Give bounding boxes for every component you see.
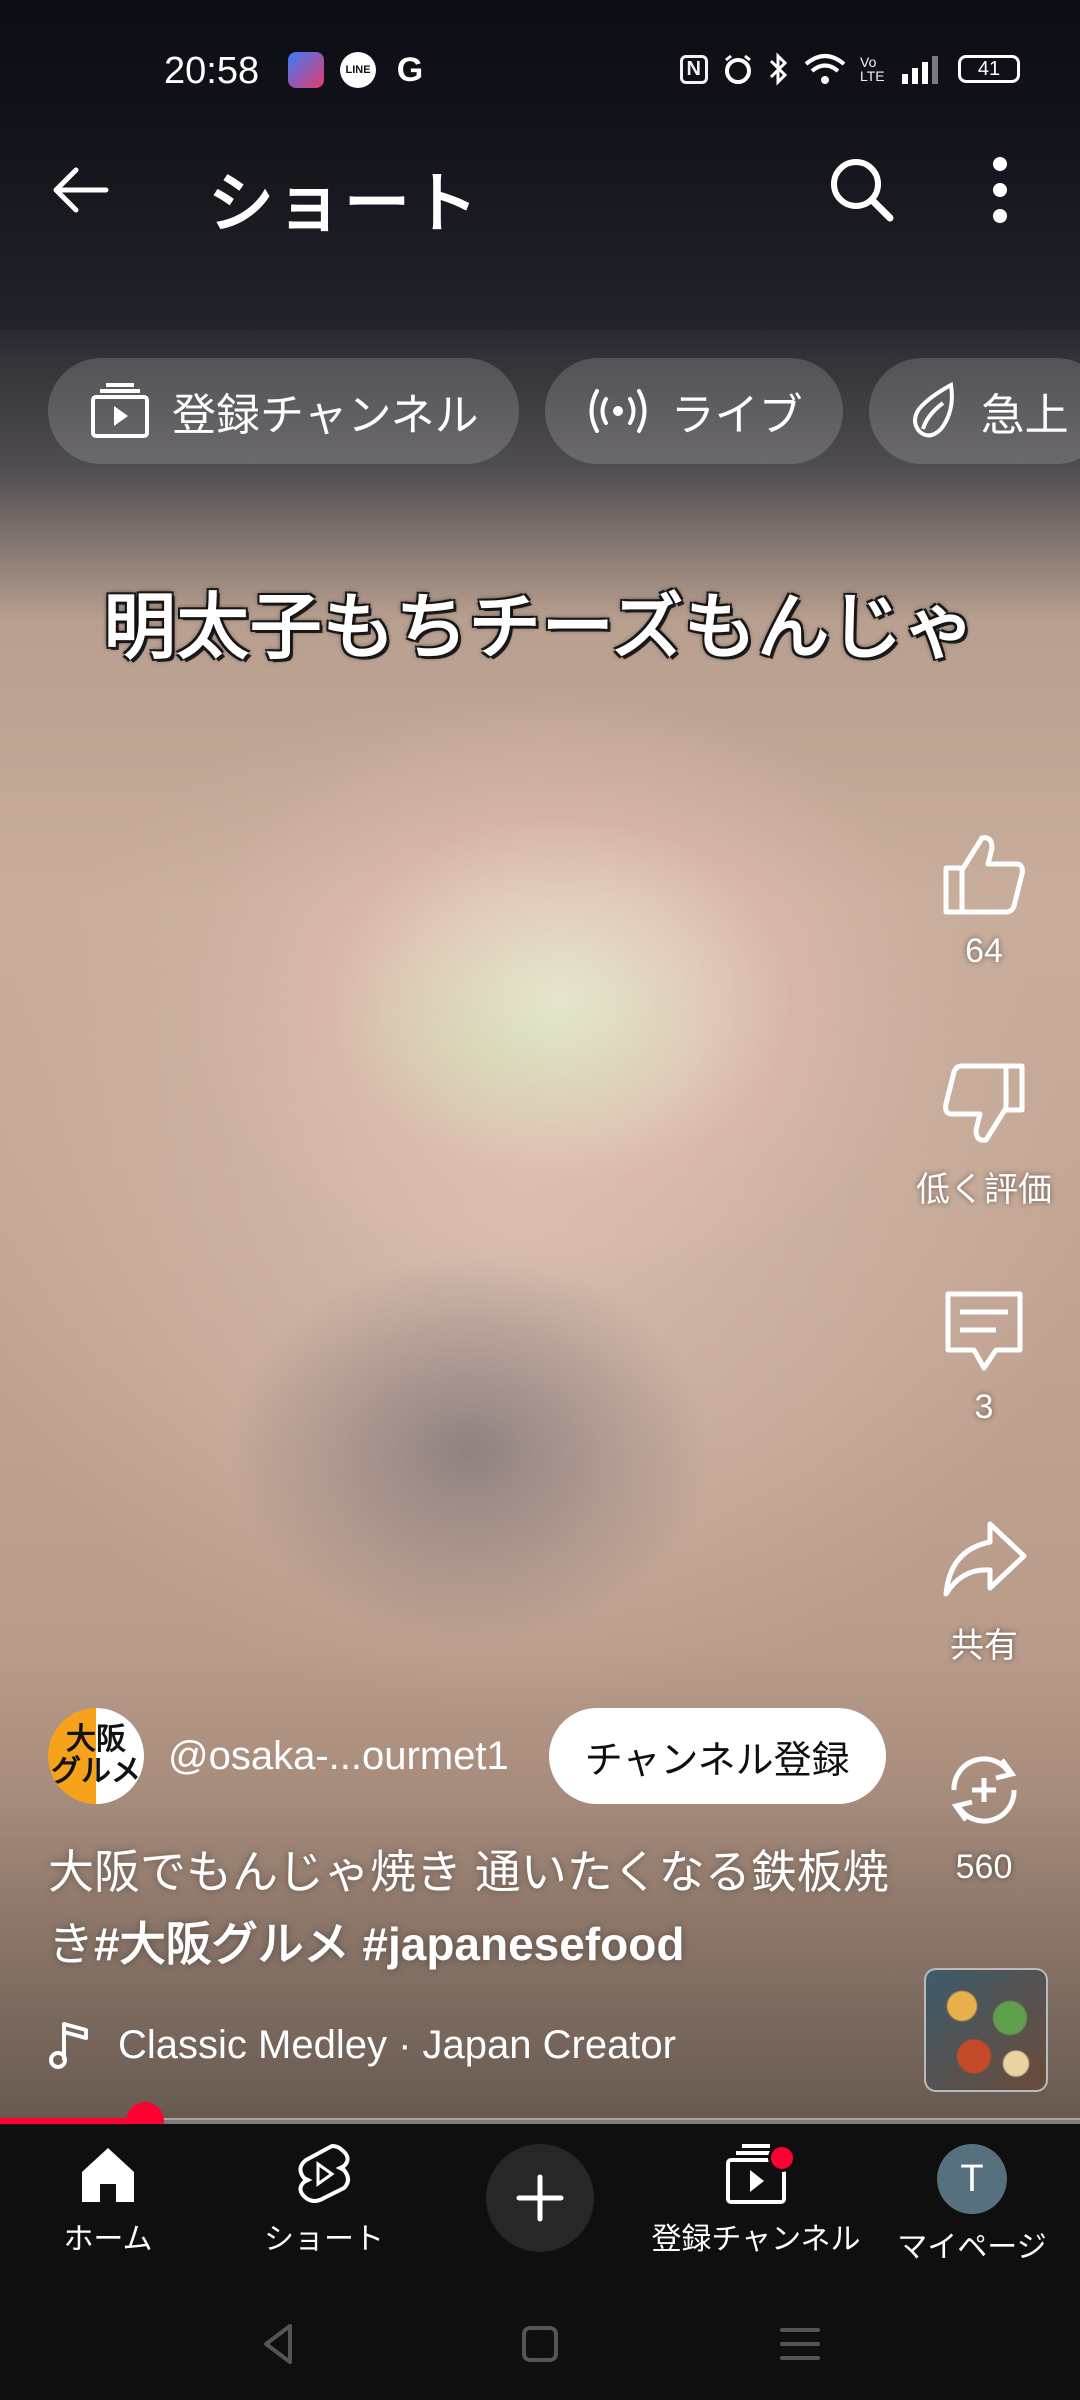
nfc-icon: N [679,54,708,84]
share-button[interactable]: 共有 [904,1516,1064,1667]
nav-shorts[interactable]: ショート [216,2134,432,2258]
subscribe-button[interactable]: チャンネル登録 [548,1708,886,1804]
video-caption-text: 明太子もちチーズもんじゃ [103,584,977,669]
remix-button[interactable]: 560 [904,1746,1064,1887]
dislike-button[interactable]: 低く評価 [904,1060,1064,1211]
chip-label: ライブ [670,391,803,440]
channel-handle[interactable]: @osaka-...ourmet1 [168,1734,509,1779]
page-title: ショート [208,166,480,240]
comments-button[interactable]: 3 [904,1286,1064,1427]
like-count: 64 [965,932,1003,970]
live-icon [589,389,647,433]
share-icon [943,1521,1027,1597]
wifi-icon [804,54,846,84]
filter-chips: 登録チャンネル ライブ 急上 [48,358,1080,464]
shorts-header: ショート [0,140,1080,240]
system-recents-icon[interactable] [770,2314,830,2374]
system-navigation-bar [0,2284,1080,2400]
nav-you[interactable]: T マイページ [864,2134,1080,2266]
alarm-icon [725,54,751,84]
shorts-icon [298,2143,350,2203]
bluetooth-icon [769,52,788,86]
nav-home-label: ホーム [63,2223,153,2256]
sound-thumbnail[interactable] [924,1968,1048,2092]
back-button[interactable] [48,158,112,222]
search-button[interactable] [826,154,898,226]
avatar-line-1: 大阪 [66,1723,126,1756]
battery-icon: 41 [958,55,1020,83]
subscriptions-icon [91,383,149,438]
video-description[interactable]: 大阪でもんじゃ焼き 通いたくなる鉄板焼き#大阪グルメ #japanesefood [48,1836,908,1980]
nav-subscriptions-label: 登録チャンネル [651,2223,861,2256]
like-button[interactable]: 64 [904,830,1064,971]
thumb-up-icon [943,835,1025,915]
status-time: 20:58 [164,50,260,92]
search-icon [831,159,894,222]
more-options-button[interactable] [980,154,1020,226]
bottom-navigation: ホーム ショート 登録チャンネル T マイページ [0,2124,1080,2284]
remix-count: 560 [955,1848,1013,1886]
hashtag-japanesefood[interactable]: #japanesefood [362,1918,684,1970]
chip-label: 急上 [980,391,1069,440]
music-row[interactable]: Classic Medley · Japan Creator [48,2020,676,2070]
thumb-down-icon [943,1063,1025,1143]
home-icon [82,2148,134,2202]
dislike-label: 低く評価 [916,1171,1052,1209]
system-back-icon[interactable] [250,2314,310,2374]
avatar-line-2: グルメ [51,1755,141,1788]
hashtag-osaka-gourmet[interactable]: #大阪グルメ [94,1918,350,1970]
chip-live[interactable]: ライブ [544,358,843,464]
comment-icon [945,1291,1023,1371]
signal-icon [902,56,938,84]
plus-icon [516,2174,564,2222]
music-label: Classic Medley · Japan Creator [118,2022,676,2067]
remix-icon [951,1756,1017,1824]
create-button[interactable] [486,2144,594,2252]
volte-icon: Vo LTE [860,54,885,84]
channel-row: 大阪 グルメ @osaka-...ourmet1 チャンネル登録 [48,1706,886,1806]
g-icon: G [396,50,424,89]
app-notification-icon [288,52,324,88]
nav-shorts-label: ショート [264,2223,384,2256]
system-home-icon[interactable] [510,2314,570,2374]
avatar-text: 大阪 グルメ [51,1724,141,1788]
nav-you-label: マイページ [897,2231,1047,2264]
shorts-player-screen: 20:58 LINE G N Vo LTE 41 ショート 登録チャンネル ライ… [0,0,1080,2400]
subscriptions-notification-dot [768,2144,796,2172]
account-avatar: T [937,2144,1007,2214]
channel-avatar[interactable]: 大阪 グルメ [48,1708,144,1804]
back-arrow-icon [53,167,109,213]
line-icon: LINE [340,52,376,88]
nav-subscriptions[interactable]: 登録チャンネル [648,2134,864,2258]
chip-label: 登録チャンネル [172,391,479,440]
nav-home[interactable]: ホーム [0,2134,216,2258]
more-vert-icon [993,157,1007,223]
chip-subscriptions[interactable]: 登録チャンネル [48,358,519,464]
chip-trending[interactable]: 急上 [868,358,1080,464]
status-bar: 20:58 LINE G N Vo LTE 41 [0,40,1080,106]
comment-count: 3 [974,1388,994,1426]
music-note-icon [49,2022,88,2069]
status-indicators: N Vo LTE 41 [679,52,1020,86]
share-label: 共有 [950,1627,1018,1665]
trending-icon [912,381,954,438]
